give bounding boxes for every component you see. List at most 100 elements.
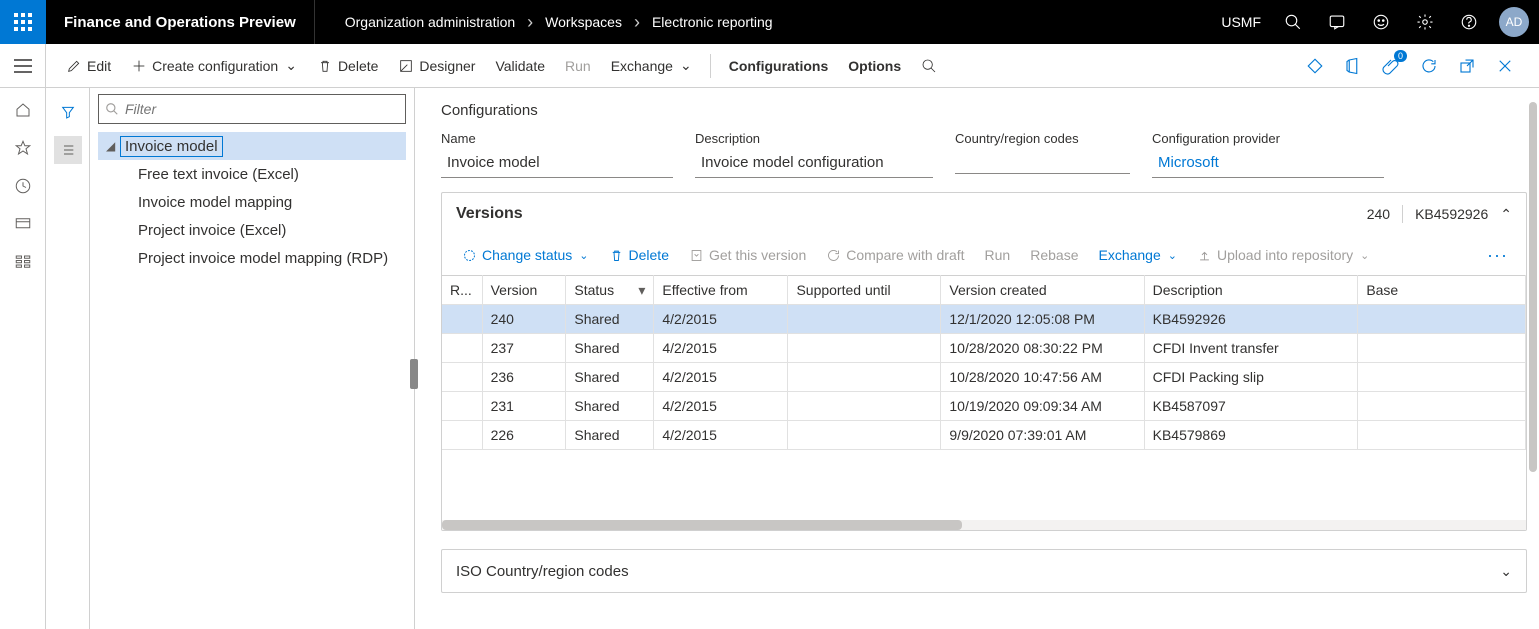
attachment-icon[interactable]: 0 xyxy=(1373,48,1409,84)
close-icon[interactable] xyxy=(1487,48,1523,84)
breadcrumb-3[interactable]: Electronic reporting xyxy=(652,14,773,30)
cell-description: CFDI Packing slip xyxy=(1144,363,1358,392)
tree-node-child[interactable]: Free text invoice (Excel) xyxy=(98,160,406,188)
filter-icon[interactable]: ▾ xyxy=(638,282,645,299)
col-status[interactable]: Status▾ xyxy=(566,276,654,305)
cell-r xyxy=(442,363,482,392)
popout-icon[interactable] xyxy=(1449,48,1485,84)
delete-label: Delete xyxy=(338,58,378,74)
breadcrumb-2[interactable]: Workspaces xyxy=(545,14,622,30)
table-row[interactable]: 236Shared4/2/201510/28/2020 10:47:56 AMC… xyxy=(442,363,1526,392)
table-row[interactable]: 240Shared4/2/201512/1/2020 12:05:08 PMKB… xyxy=(442,305,1526,334)
compare-label: Compare with draft xyxy=(846,247,964,263)
cell-description: KB4579869 xyxy=(1144,421,1358,450)
refresh-icon[interactable] xyxy=(1411,48,1447,84)
help-icon[interactable] xyxy=(1449,0,1489,44)
horizontal-scrollbar[interactable] xyxy=(442,520,1526,530)
workspace-icon[interactable] xyxy=(13,214,33,234)
filter-icon[interactable] xyxy=(54,98,82,126)
office-icon[interactable] xyxy=(1335,48,1371,84)
tree-node-child[interactable]: Project invoice (Excel) xyxy=(98,216,406,244)
app-launcher-icon[interactable] xyxy=(0,0,46,44)
diamond-icon[interactable] xyxy=(1297,48,1333,84)
gear-icon[interactable] xyxy=(1405,0,1445,44)
cell-base xyxy=(1358,392,1526,421)
provider-value[interactable]: Microsoft xyxy=(1152,150,1384,178)
more-actions-icon[interactable]: ··· xyxy=(1481,245,1514,266)
home-icon[interactable] xyxy=(13,100,33,120)
table-row[interactable]: 237Shared4/2/201510/28/2020 08:30:22 PMC… xyxy=(442,334,1526,363)
col-r[interactable]: R... xyxy=(442,276,482,305)
search-button[interactable] xyxy=(911,52,947,80)
section-title: Configurations xyxy=(441,102,1527,119)
tree-panel: ◢ Invoice model Free text invoice (Excel… xyxy=(90,88,415,629)
chevron-up-icon[interactable]: ⌃ xyxy=(1500,206,1512,223)
tree-node-child[interactable]: Project invoice model mapping (RDP) xyxy=(98,244,406,272)
scrollbar-thumb[interactable] xyxy=(442,520,962,530)
table-row[interactable]: 226Shared4/2/20159/9/2020 07:39:01 AMKB4… xyxy=(442,421,1526,450)
cell-description: KB4587097 xyxy=(1144,392,1358,421)
divider xyxy=(710,54,711,78)
country-value[interactable] xyxy=(955,150,1130,174)
cell-version: 231 xyxy=(482,392,566,421)
command-bar-row: Edit Create configuration⌄ Delete Design… xyxy=(0,44,1539,88)
get-version-label: Get this version xyxy=(709,247,806,263)
tree-node-child[interactable]: Invoice model mapping xyxy=(98,188,406,216)
create-configuration-button[interactable]: Create configuration⌄ xyxy=(121,51,307,80)
tree-node-root[interactable]: ◢ Invoice model xyxy=(98,132,406,160)
feedback-icon[interactable] xyxy=(1361,0,1401,44)
description-value[interactable]: Invoice model configuration xyxy=(695,150,933,178)
search-icon[interactable] xyxy=(1273,0,1313,44)
recent-icon[interactable] xyxy=(13,176,33,196)
provider-field: Configuration provider Microsoft xyxy=(1152,131,1384,178)
cell-version: 226 xyxy=(482,421,566,450)
breadcrumb-1[interactable]: Organization administration xyxy=(345,14,515,30)
validate-button[interactable]: Validate xyxy=(485,52,555,80)
change-status-button[interactable]: Change status⌄ xyxy=(454,243,597,267)
filter-input[interactable] xyxy=(125,101,399,117)
country-label: Country/region codes xyxy=(955,131,1130,146)
cell-version: 236 xyxy=(482,363,566,392)
company-code[interactable]: USMF xyxy=(1221,14,1269,30)
cell-r xyxy=(442,305,482,334)
col-effective[interactable]: Effective from xyxy=(654,276,788,305)
designer-button[interactable]: Designer xyxy=(388,52,485,80)
version-exchange-button[interactable]: Exchange⌄ xyxy=(1090,243,1185,267)
chevron-down-icon[interactable]: ⌄ xyxy=(1500,563,1512,580)
filter-box[interactable] xyxy=(98,94,406,124)
list-icon[interactable] xyxy=(54,136,82,164)
modules-icon[interactable] xyxy=(13,252,33,272)
exchange-label: Exchange xyxy=(611,58,673,74)
chevron-down-icon: ⌄ xyxy=(579,249,588,262)
scrollbar-thumb[interactable] xyxy=(1529,102,1537,472)
topbar-right: USMF AD xyxy=(1221,0,1539,44)
rebase-button: Rebase xyxy=(1022,243,1086,267)
user-avatar[interactable]: AD xyxy=(1499,7,1529,37)
col-base[interactable]: Base xyxy=(1358,276,1526,305)
col-created[interactable]: Version created xyxy=(941,276,1144,305)
version-delete-button[interactable]: Delete xyxy=(601,243,677,267)
message-icon[interactable] xyxy=(1317,0,1357,44)
favorite-icon[interactable] xyxy=(13,138,33,158)
configurations-button[interactable]: Configurations xyxy=(719,52,839,80)
name-value[interactable]: Invoice model xyxy=(441,150,673,178)
col-description[interactable]: Description xyxy=(1144,276,1358,305)
version-run-button: Run xyxy=(977,243,1019,267)
cell-description: KB4592926 xyxy=(1144,305,1358,334)
tree-node-label: Invoice model xyxy=(120,136,223,157)
cell-r xyxy=(442,392,482,421)
edit-button[interactable]: Edit xyxy=(56,52,121,80)
col-supported[interactable]: Supported until xyxy=(788,276,941,305)
col-version[interactable]: Version xyxy=(482,276,566,305)
run-label: Run xyxy=(565,58,591,74)
options-button[interactable]: Options xyxy=(838,52,911,80)
hamburger-icon[interactable] xyxy=(0,44,46,87)
vertical-scrollbar[interactable] xyxy=(1529,102,1537,482)
table-row[interactable]: 231Shared4/2/201510/19/2020 09:09:34 AMK… xyxy=(442,392,1526,421)
delete-button[interactable]: Delete xyxy=(307,52,388,80)
caret-down-icon[interactable]: ◢ xyxy=(106,139,120,153)
exchange-button[interactable]: Exchange⌄ xyxy=(601,51,702,80)
versions-title: Versions xyxy=(456,205,523,223)
iso-header[interactable]: ISO Country/region codes ⌄ xyxy=(442,550,1526,592)
cell-supported xyxy=(788,363,941,392)
